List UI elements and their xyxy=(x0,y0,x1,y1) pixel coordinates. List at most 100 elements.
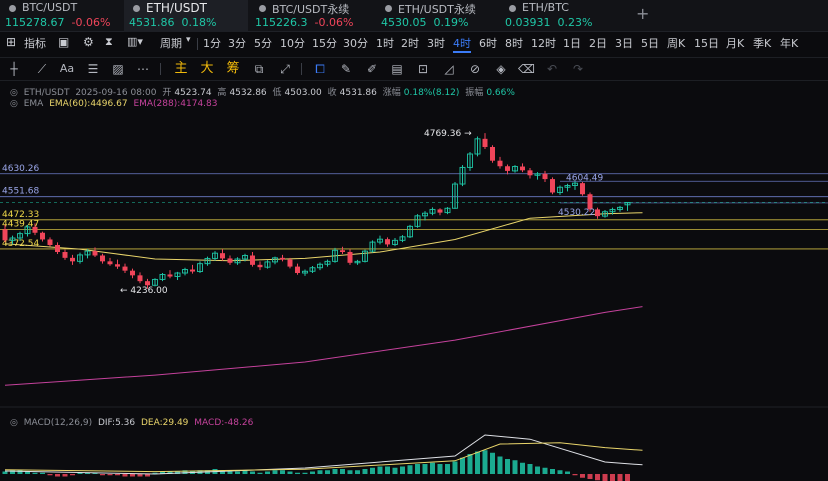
macd-bar xyxy=(122,474,128,477)
fib-icon[interactable]: ☰ xyxy=(85,61,101,77)
period-year[interactable]: 年K xyxy=(780,35,798,51)
indicators-button[interactable]: 指标 xyxy=(24,35,46,51)
measure-icon[interactable]: ◿ xyxy=(441,61,457,77)
level-label: 4472.33 xyxy=(2,210,39,220)
more-tools-icon[interactable]: ⋯ xyxy=(135,61,151,77)
tab-price: 0.03931 0.23% xyxy=(505,16,593,29)
macd-bar xyxy=(422,464,428,474)
macd-bar xyxy=(610,474,615,481)
note-icon[interactable]: ▤ xyxy=(389,61,405,77)
candle-body xyxy=(220,253,225,259)
macd-bar xyxy=(475,451,480,474)
text-tool-icon[interactable]: Aa xyxy=(59,61,75,77)
redo-icon[interactable]: ↷ xyxy=(570,61,586,77)
undo-icon[interactable]: ↶ xyxy=(544,61,560,77)
macd-bar xyxy=(250,471,255,474)
macd-bar xyxy=(280,470,285,474)
tab-btc-usdt[interactable]: BTC/USDT 115278.67 -0.06% xyxy=(0,0,124,32)
period-10m[interactable]: 10分 xyxy=(280,35,305,51)
visibility-icon[interactable]: ◎ xyxy=(10,88,18,98)
trash-icon[interactable]: ⌫ xyxy=(518,61,535,77)
macd-bar xyxy=(557,470,563,474)
main-force-button[interactable]: 主 xyxy=(173,61,189,77)
tab-symbol: ETH/USDT永续 xyxy=(398,3,476,16)
candle-body xyxy=(257,264,263,268)
period-3m[interactable]: 3分 xyxy=(228,35,246,51)
calendar-icon[interactable]: ▣ xyxy=(58,35,69,49)
tab-eth-usdt[interactable]: ETH/USDT 4531.86 0.18% xyxy=(124,0,248,32)
symbol-tabs: BTC/USDT 115278.67 -0.06% ETH/USDT 4531.… xyxy=(0,0,828,32)
candle-body xyxy=(167,274,173,277)
period-30m[interactable]: 30分 xyxy=(343,35,368,51)
level-label: 4551.68 xyxy=(2,187,39,197)
macd-bar xyxy=(287,471,293,474)
period-8h[interactable]: 8时 xyxy=(505,35,523,51)
period-quarter[interactable]: 季K xyxy=(753,35,771,51)
candle-body xyxy=(385,239,390,245)
macd-bar xyxy=(587,474,593,479)
pattern-icon[interactable]: ▨ xyxy=(110,61,126,77)
tab-btc-usdt-perp[interactable]: BTC/USDT永续 115226.3 -0.06% xyxy=(250,0,374,32)
indicator-grid-icon[interactable]: ⊞ xyxy=(6,35,16,49)
macd-bar xyxy=(535,466,540,474)
macd-bar xyxy=(100,474,105,476)
period-1m[interactable]: 1分 xyxy=(203,35,221,51)
chips-button[interactable]: 筹 xyxy=(225,61,241,77)
period-12h[interactable]: 12时 xyxy=(531,35,556,51)
lock-icon[interactable]: ⊡ xyxy=(415,61,431,77)
period-2h[interactable]: 2时 xyxy=(401,35,419,51)
level-label: 4630.26 xyxy=(2,164,39,174)
tab-eth-btc[interactable]: ETH/BTC 0.03931 0.23% xyxy=(500,0,624,32)
candle-body xyxy=(190,269,195,272)
big-order-button[interactable]: 大 xyxy=(199,61,215,77)
chart-type-icon[interactable]: ▥▾ xyxy=(127,35,143,48)
period-dropdown[interactable]: 周期 xyxy=(160,35,182,51)
magnet-icon[interactable]: ⊘ xyxy=(467,61,483,77)
ema288-value: EMA(288):4174.83 xyxy=(133,99,218,109)
brush-icon[interactable]: ✐ xyxy=(364,61,380,77)
eye-icon[interactable]: ◈ xyxy=(493,61,509,77)
macd-bar xyxy=(415,464,420,474)
macd-bar xyxy=(325,470,330,474)
macd-bar xyxy=(265,471,270,474)
period-2d[interactable]: 2日 xyxy=(589,35,607,51)
macd-bar xyxy=(40,472,45,474)
candle-body xyxy=(520,166,525,171)
chevron-down-icon[interactable]: ▾ xyxy=(186,35,191,45)
snapshot-icon[interactable]: ⧉ xyxy=(251,61,267,77)
period-1h[interactable]: 1时 xyxy=(376,35,394,51)
macd-bar xyxy=(332,469,338,474)
layers-icon[interactable]: ⧠ xyxy=(312,61,328,77)
macd-bar xyxy=(137,474,143,477)
candle-body xyxy=(340,250,345,253)
tab-price: 115226.3 -0.06% xyxy=(255,16,354,29)
alert-label: 4604.49 xyxy=(566,173,603,183)
candle-body xyxy=(145,281,150,286)
period-4h[interactable]: 4时 xyxy=(453,35,471,53)
candle-body xyxy=(550,179,555,193)
settings-icon[interactable]: ⚙ xyxy=(83,35,94,49)
period-5d[interactable]: 5日 xyxy=(641,35,659,51)
macd-bar xyxy=(295,472,300,474)
period-15m[interactable]: 15分 xyxy=(312,35,337,51)
add-tab-icon[interactable]: + xyxy=(636,4,649,23)
macd-visibility-icon[interactable]: ◎ xyxy=(10,418,18,428)
datetime: 2025-09-16 08:00 xyxy=(75,88,157,98)
macd-bar xyxy=(47,474,53,476)
period-5m[interactable]: 5分 xyxy=(254,35,272,51)
period-3d[interactable]: 3日 xyxy=(615,35,633,51)
period-15d[interactable]: 15日 xyxy=(694,35,719,51)
period-month[interactable]: 月K xyxy=(726,35,744,51)
period-1d[interactable]: 1日 xyxy=(563,35,581,51)
tab-eth-usdt-perp[interactable]: ETH/USDT永续 4530.05 0.19% xyxy=(376,0,500,32)
period-3h[interactable]: 3时 xyxy=(427,35,445,51)
trend-line-icon[interactable]: ⟋ xyxy=(34,61,50,77)
ruler-icon[interactable]: ✎ xyxy=(338,61,354,77)
macd-bar xyxy=(347,470,353,474)
cursor-icon[interactable]: ┼ xyxy=(6,61,22,77)
expand-icon[interactable]: ⤢ xyxy=(277,61,293,77)
period-week[interactable]: 周K xyxy=(667,35,685,51)
period-6h[interactable]: 6时 xyxy=(479,35,497,51)
ema-visibility-icon[interactable]: ◎ xyxy=(10,99,18,109)
compare-icon[interactable]: ⧗ xyxy=(105,35,113,49)
